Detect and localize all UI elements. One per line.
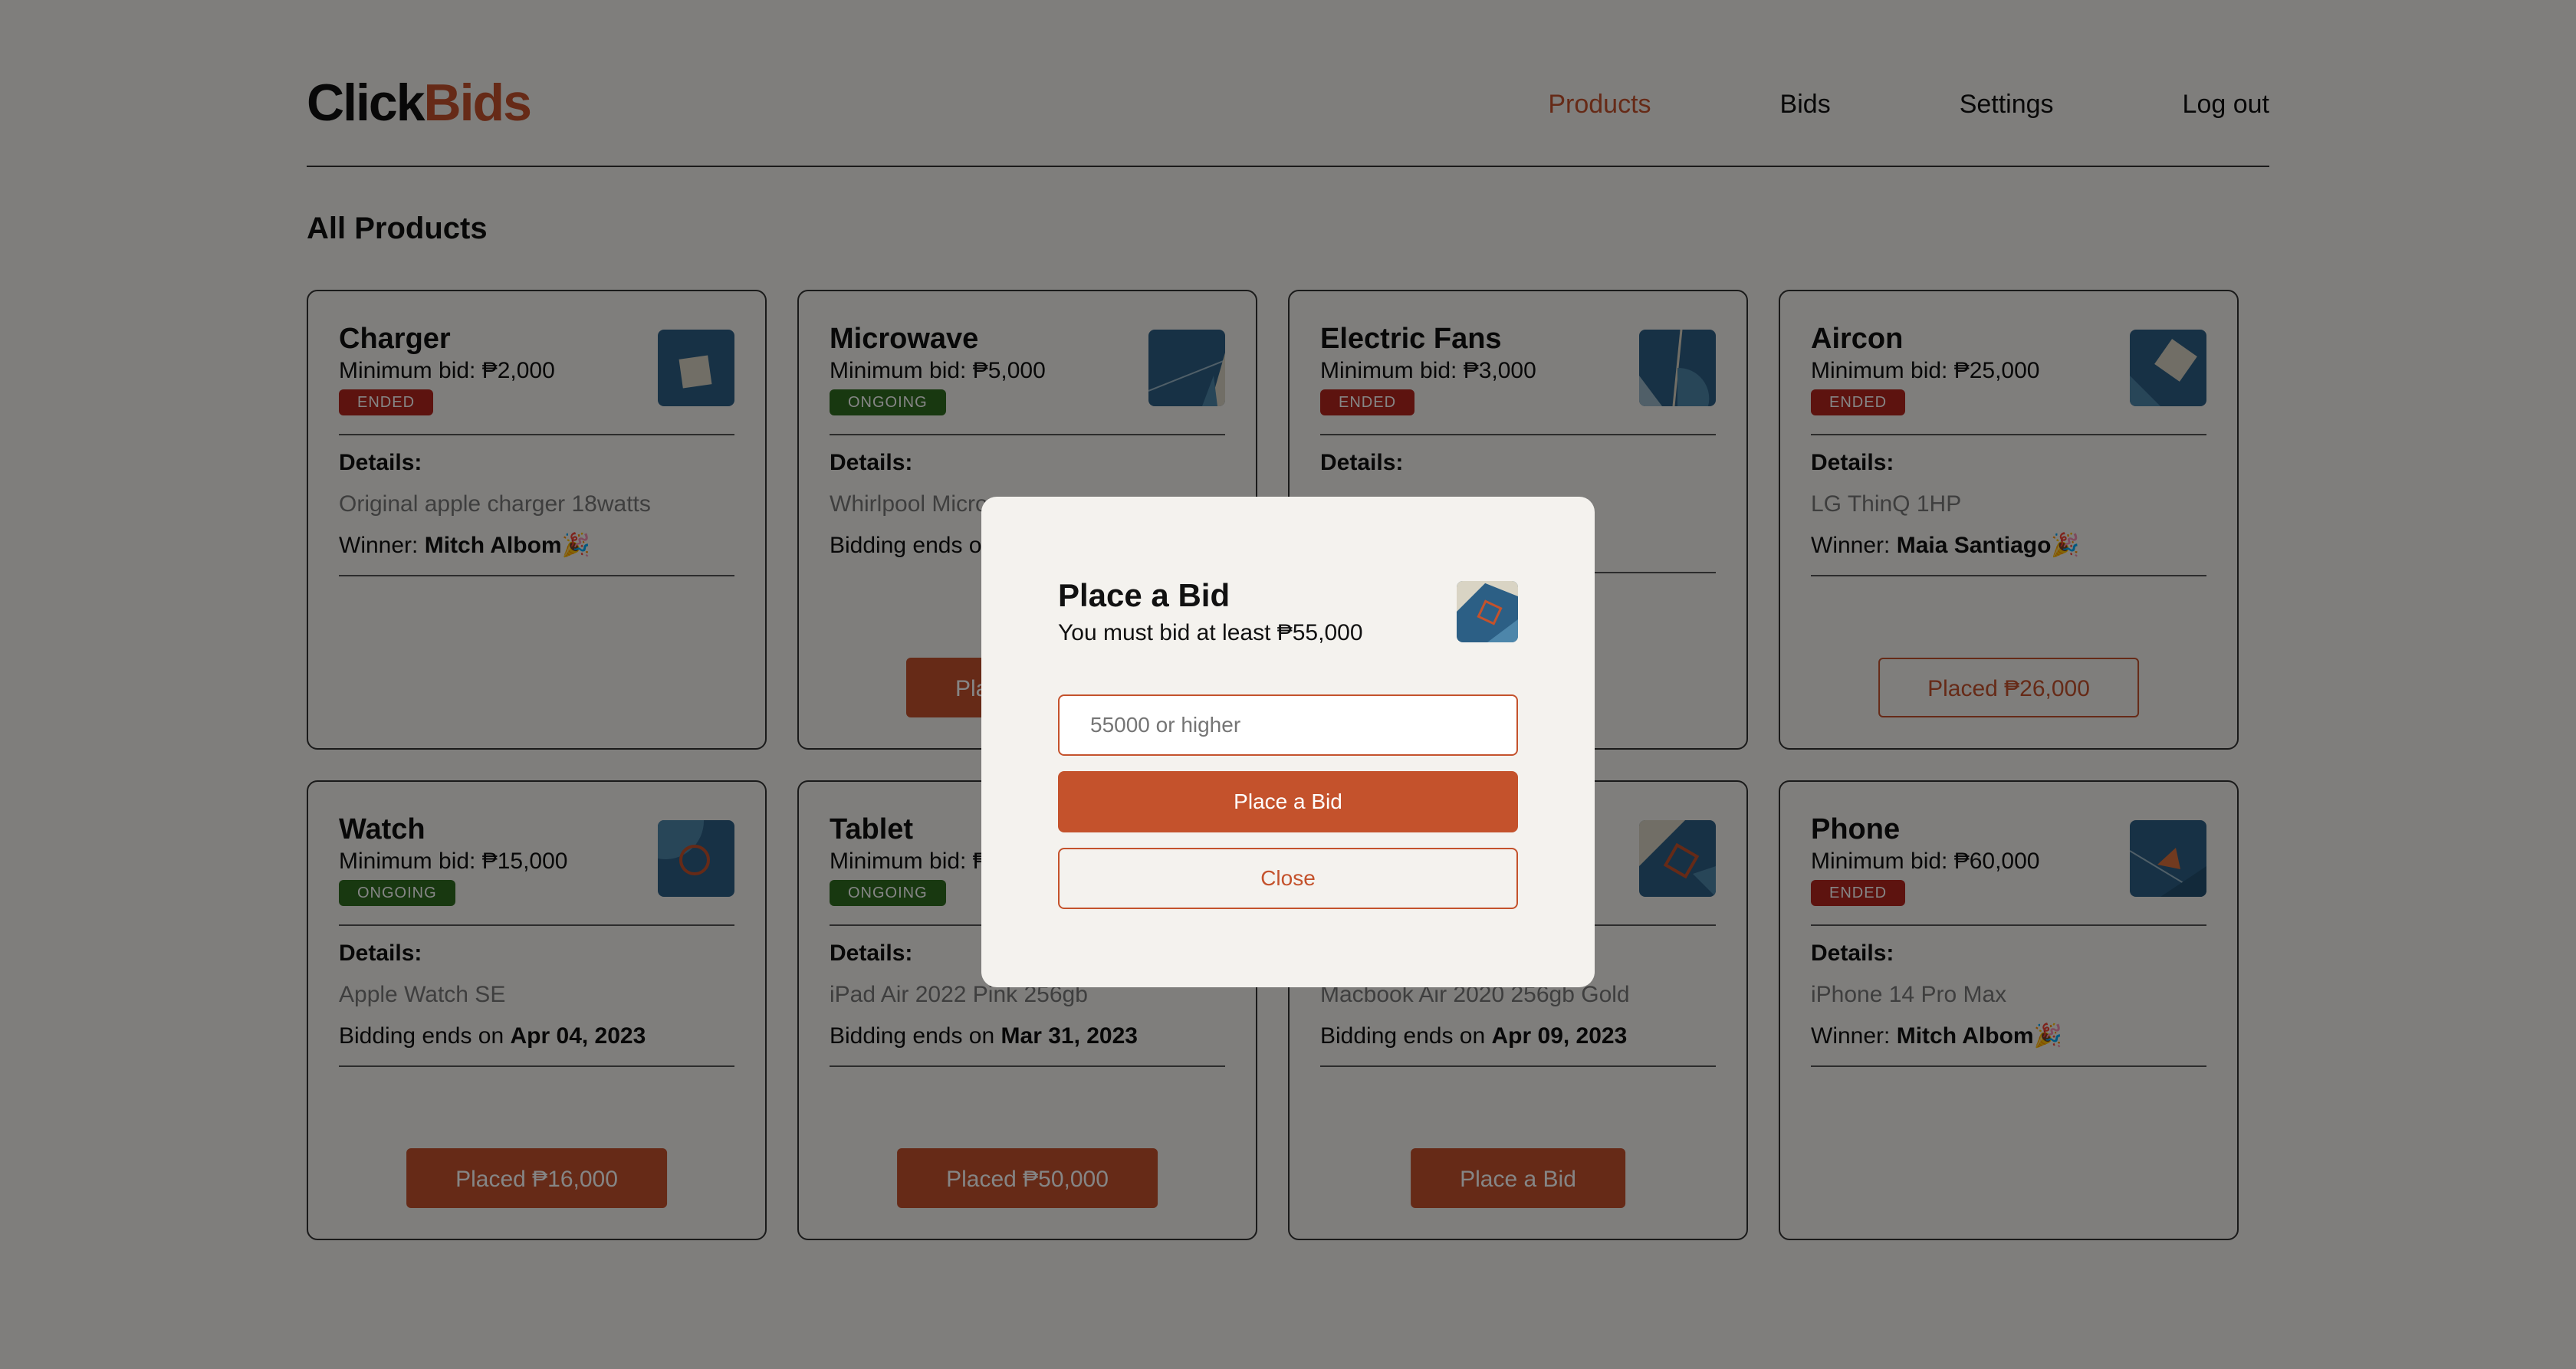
modal-title: Place a Bid [1058, 577, 1230, 613]
place-bid-submit-button[interactable]: Place a Bid [1058, 771, 1518, 832]
product-image [1457, 581, 1518, 642]
modal-subtitle: You must bid at least ₱55,000 [1058, 620, 1363, 645]
bid-amount-input[interactable] [1058, 694, 1518, 756]
place-bid-modal: Place a Bid You must bid at least ₱55,00… [981, 497, 1595, 987]
close-button[interactable]: Close [1058, 848, 1518, 909]
